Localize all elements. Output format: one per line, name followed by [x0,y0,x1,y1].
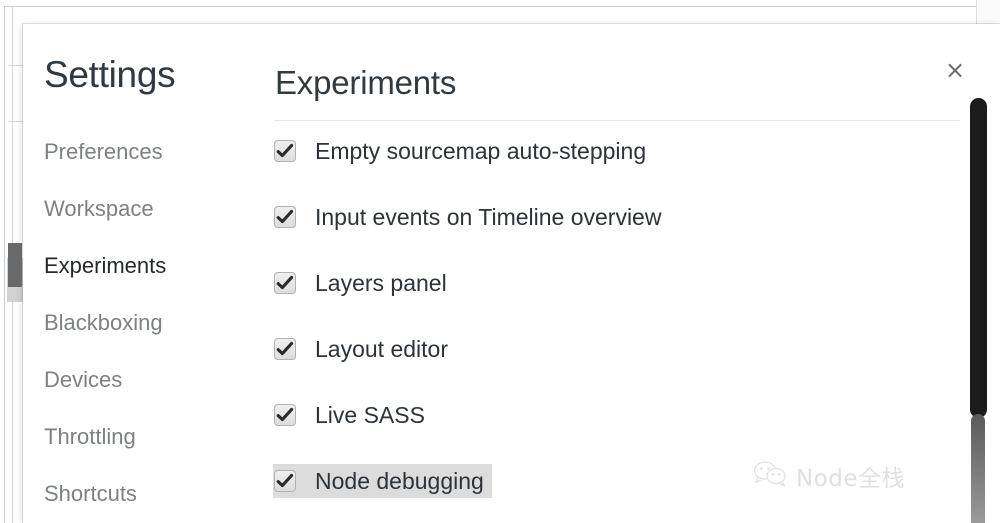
sidebar-item-label: Experiments [44,252,167,278]
dialog-scrollbar-thumb[interactable] [970,98,987,418]
experiments-list: Empty sourcemap auto-stepping Input event… [273,134,1000,523]
screenshot-root: × Settings Preferences Workspace Experimen… [0,0,1000,523]
settings-content: Experiments Empty sourcemap auto-steppin… [273,24,1000,523]
dialog-scrollbar-track[interactable] [969,24,987,523]
settings-dialog: × Settings Preferences Workspace Experimen… [8,24,1000,523]
content-heading: Experiments [275,64,457,101]
sidebar-item-devices[interactable]: Devices [23,351,273,408]
experiment-row[interactable]: Layers panel [273,266,455,300]
sidebar-item-label: Preferences [44,138,163,164]
selection-marker [8,243,22,287]
experiment-row-wrapper: Layout editor [273,332,1000,398]
settings-sidebar: Settings Preferences Workspace Experiments… [8,24,273,523]
experiment-label: Layout editor [315,335,448,362]
experiment-row-wrapper: Node debugging [273,464,1000,523]
sidebar-item-shortcuts[interactable]: Shortcuts [23,465,273,522]
dialog-scrollbar-thumb-tail[interactable] [971,414,985,523]
experiment-label: Empty sourcemap auto-stepping [315,137,647,164]
sidebar-item-label: Workspace [44,195,154,221]
checkbox-checked-icon[interactable] [274,272,296,294]
experiment-label: Live SASS [315,401,425,428]
experiment-label: Input events on Timeline overview [315,203,662,230]
checkbox-checked-icon[interactable] [274,404,296,426]
checkbox-checked-icon[interactable] [274,338,296,360]
experiment-row[interactable]: Live SASS [273,398,433,432]
sidebar-nav-list: Preferences Workspace Experiments Blackboxi… [8,123,273,522]
sidebar-item-experiments[interactable]: Experiments [8,237,273,294]
sidebar-item-throttling[interactable]: Throttling [23,408,273,465]
sidebar-item-label: Blackboxing [44,309,163,335]
experiment-row[interactable]: Node debugging [273,464,492,498]
experiment-row[interactable]: Empty sourcemap auto-stepping [273,134,654,168]
experiment-label: Layers panel [315,269,447,296]
experiment-row-wrapper: Empty sourcemap auto-stepping [273,134,1000,200]
sidebar-item-label: Devices [44,366,123,392]
checkbox-checked-icon[interactable] [274,470,296,492]
experiment-row[interactable]: Input events on Timeline overview [273,200,669,234]
sidebar-item-label: Throttling [44,423,136,449]
experiment-label: Node debugging [315,467,484,494]
experiment-row-wrapper: Input events on Timeline overview [273,200,1000,266]
checkbox-checked-icon[interactable] [274,140,296,162]
sidebar-item-workspace[interactable]: Workspace [23,180,273,237]
sidebar-item-blackboxing[interactable]: Blackboxing [23,294,273,351]
experiment-row[interactable]: Layout editor [273,332,456,366]
sidebar-item-label: Shortcuts [44,480,137,506]
sidebar-item-preferences[interactable]: Preferences [23,123,273,180]
page-title: Settings [44,54,176,95]
checkbox-checked-icon[interactable] [274,206,296,228]
experiment-row-wrapper: Live SASS [273,398,1000,464]
experiment-row-wrapper: Layers panel [273,266,1000,332]
heading-divider [274,120,960,121]
